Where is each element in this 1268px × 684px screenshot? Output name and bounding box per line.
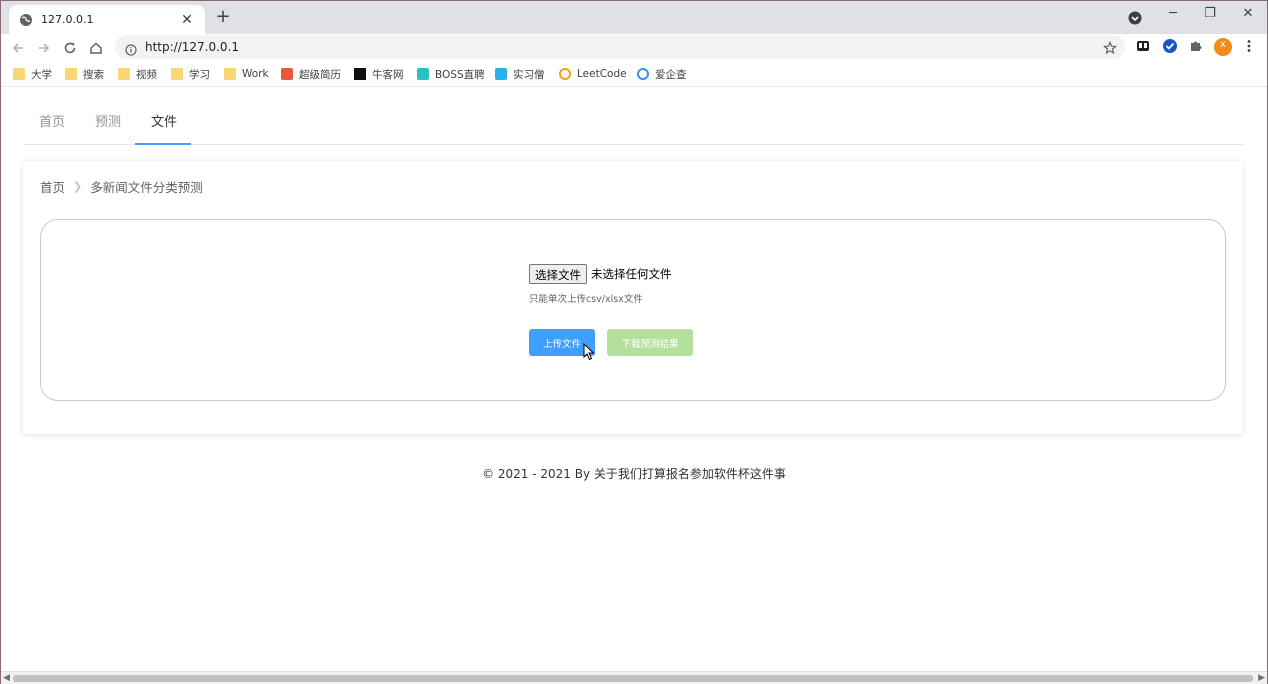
horizontal-scrollbar[interactable]: ◀ ▶ <box>1 671 1267 684</box>
active-tab-indicator <box>135 143 191 145</box>
tab-title: 127.0.0.1 <box>41 13 94 26</box>
scrollbar-thumb[interactable] <box>13 675 1253 682</box>
url-text[interactable]: http://127.0.0.1 <box>145 40 239 54</box>
page-content: 首页 预测 文件 首页 ❯ 多新闻文件分类预测 选择文件 未选择任何文件 只能单… <box>1 88 1267 671</box>
reading-extension-icon[interactable] <box>1135 38 1151 54</box>
bookmark-label: 牛客网 <box>372 68 404 81</box>
bookmark-link[interactable]: 爱企查 <box>637 66 687 82</box>
folder-icon <box>171 68 183 80</box>
breadcrumb-current: 多新闻文件分类预测 <box>90 180 203 195</box>
breadcrumb-home[interactable]: 首页 <box>40 177 65 196</box>
bookmark-link[interactable]: BOSS直聘 <box>417 66 485 82</box>
bookmark-label: Work <box>242 68 269 80</box>
leetcode-icon <box>559 68 571 80</box>
profile-avatar[interactable]: x <box>1214 38 1232 56</box>
tab-file[interactable]: 文件 <box>151 111 177 130</box>
forward-icon[interactable] <box>35 39 53 57</box>
globe-icon <box>19 13 33 27</box>
bookmark-folder[interactable]: 搜索 <box>65 66 104 82</box>
chaoji-icon <box>281 68 293 80</box>
browser-menu-icon[interactable] <box>1241 38 1257 54</box>
site-info-icon[interactable] <box>125 41 137 56</box>
footer-text: © 2021 - 2021 By 关于我们打算报名参加软件杯这件事 <box>482 467 786 481</box>
browser-tab[interactable]: 127.0.0.1 ✕ <box>9 5 205 34</box>
bookmark-folder[interactable]: Work <box>224 66 269 82</box>
file-input: 选择文件 未选择任何文件 <box>529 264 672 284</box>
bookmark-star-icon[interactable] <box>1102 40 1118 55</box>
bookmark-folder[interactable]: 学习 <box>171 66 210 82</box>
reload-icon[interactable] <box>61 39 79 57</box>
nowcoder-icon <box>354 68 366 80</box>
upload-hint: 只能单次上传csv/xlsx文件 <box>529 294 643 305</box>
profile-initial: x <box>1220 39 1226 50</box>
restore-icon[interactable]: ❐ <box>1197 6 1223 21</box>
extensions-puzzle-icon[interactable] <box>1188 38 1204 54</box>
bookmark-label: 视频 <box>136 68 157 81</box>
bookmark-label: 大学 <box>31 68 52 81</box>
check-extension-icon[interactable] <box>1162 38 1178 54</box>
bookmark-label: 搜索 <box>83 68 104 81</box>
browser-tab-strip: 127.0.0.1 ✕ + ─ ❐ ✕ <box>1 1 1267 34</box>
window-close-icon[interactable]: ✕ <box>1235 6 1261 21</box>
bookmarks-bar: 大学 搜索 视频 学习 Work 超级简历 牛客网 BOSS直聘 实习僧 Lee… <box>1 61 1267 87</box>
bookmark-label: BOSS直聘 <box>435 68 485 81</box>
address-bar[interactable]: http://127.0.0.1 <box>115 35 1125 59</box>
chevron-right-icon: ❯ <box>73 180 83 193</box>
bookmark-folder[interactable]: 视频 <box>118 66 157 82</box>
bookmark-label: 超级简历 <box>299 68 341 81</box>
aiqicha-icon <box>637 68 649 80</box>
upload-area: 选择文件 未选择任何文件 只能单次上传csv/xlsx文件 上传文件 下载预测结… <box>40 219 1226 401</box>
new-tab-icon[interactable]: + <box>213 7 233 27</box>
bookmark-label: LeetCode <box>577 68 627 80</box>
no-file-text: 未选择任何文件 <box>591 267 672 281</box>
folder-icon <box>224 68 236 80</box>
bookmark-label: 爱企查 <box>655 68 687 81</box>
scroll-left-icon[interactable]: ◀ <box>3 673 10 683</box>
breadcrumb: 首页 ❯ 多新闻文件分类预测 <box>40 177 203 196</box>
browser-toolbar: http://127.0.0.1 <box>1 34 1267 61</box>
folder-icon <box>118 68 130 80</box>
upload-card: 首页 ❯ 多新闻文件分类预测 选择文件 未选择任何文件 只能单次上传csv/xl… <box>23 161 1243 434</box>
tab-close-icon[interactable]: ✕ <box>179 12 195 28</box>
tab-predict[interactable]: 预测 <box>95 111 121 130</box>
bookmark-label: 实习僧 <box>513 68 545 81</box>
bookmark-link[interactable]: 牛客网 <box>354 66 404 82</box>
bookmark-link[interactable]: 实习僧 <box>495 66 545 82</box>
bookmark-folder[interactable]: 大学 <box>13 66 52 82</box>
mouse-cursor-icon <box>583 343 595 361</box>
shixiseng-icon <box>495 68 507 80</box>
choose-file-button[interactable]: 选择文件 <box>529 264 587 284</box>
tab-home[interactable]: 首页 <box>39 111 65 130</box>
bookmark-link[interactable]: LeetCode <box>559 66 627 82</box>
boss-icon <box>417 68 429 80</box>
scroll-right-icon[interactable]: ▶ <box>1258 673 1265 683</box>
bookmark-link[interactable]: 超级简历 <box>281 66 341 82</box>
tab-search-icon[interactable] <box>1128 10 1142 25</box>
minimize-icon[interactable]: ─ <box>1160 6 1186 21</box>
folder-icon <box>65 68 77 80</box>
back-icon[interactable] <box>9 39 27 57</box>
download-result-button[interactable]: 下载预测结果 <box>607 329 693 356</box>
home-icon[interactable] <box>87 39 105 57</box>
bookmark-label: 学习 <box>189 68 210 81</box>
folder-icon <box>13 68 25 80</box>
nav-tabs: 首页 预测 文件 <box>23 88 1243 145</box>
